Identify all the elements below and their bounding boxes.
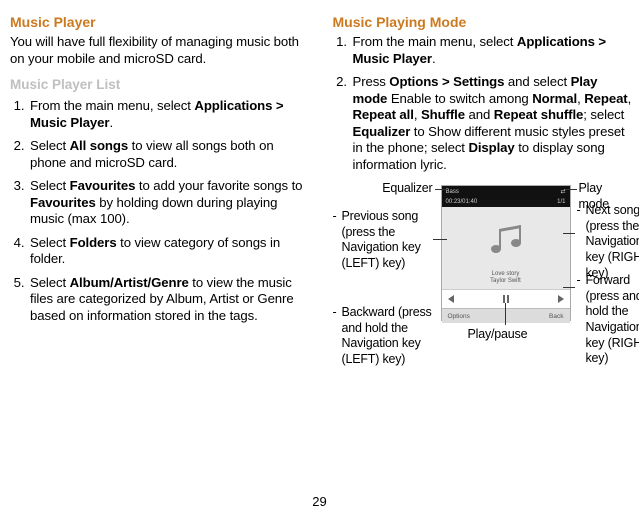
song-artist: Taylor Swift — [442, 278, 570, 285]
playback-time: 00:23/01:40 — [446, 199, 478, 205]
step-1: From the main menu, select Applications … — [28, 98, 313, 131]
step-5: Select Album/Artist/Genre to view the mu… — [28, 275, 313, 325]
song-title: Love story — [442, 271, 570, 278]
manual-page: Music Player You will have full flexibil… — [0, 0, 639, 515]
music-player-list-steps: From the main menu, select Applications … — [10, 98, 313, 324]
equalizer-value: Bass — [446, 189, 459, 195]
step-2: Press Options > Settings and select Play… — [351, 74, 636, 173]
options-softkey[interactable]: Options — [448, 313, 470, 320]
album-art — [442, 207, 570, 269]
equalizer-label: Equalizer — [373, 181, 433, 197]
connector-line — [433, 239, 447, 240]
play-pause-icon[interactable] — [503, 295, 509, 303]
section-heading-playing-mode: Music Playing Mode — [333, 14, 636, 30]
backward-label: -Backward (press and hold the Navigation… — [333, 305, 433, 368]
playing-mode-steps: From the main menu, select Applications … — [333, 34, 636, 173]
step-3: Select Favourites to add your favorite s… — [28, 178, 313, 228]
previous-song-label: -Previous song (press the Navigation key… — [333, 209, 433, 272]
next-song-label: -Next song (press the Navigation key (RI… — [577, 203, 639, 281]
play-pause-label: Play/pause — [468, 327, 528, 343]
step-1: From the main menu, select Applications … — [351, 34, 636, 67]
connector-line — [565, 189, 577, 190]
track-count: 1/1 — [557, 199, 565, 205]
connector-line — [505, 303, 506, 325]
step-2: Select All songs to view all songs both … — [28, 138, 313, 171]
phone-time-row: 00:23/01:40 1/1 — [442, 197, 570, 207]
two-column-layout: Music Player You will have full flexibil… — [10, 14, 635, 453]
step-4: Select Folders to view category of songs… — [28, 235, 313, 268]
softkey-row: Options Back — [442, 308, 570, 323]
music-player-intro: You will have full flexibility of managi… — [10, 34, 313, 67]
next-icon[interactable] — [558, 295, 564, 303]
player-controls — [442, 289, 570, 308]
connector-line — [563, 233, 575, 234]
back-softkey[interactable]: Back — [549, 313, 563, 320]
right-column: Music Playing Mode From the main menu, s… — [333, 14, 636, 453]
player-diagram: Bass ⇄ 00:23/01:40 1/1 — [333, 181, 636, 453]
phone-screen: Bass ⇄ 00:23/01:40 1/1 — [441, 185, 571, 321]
song-info: Love story Taylor Swift — [442, 269, 570, 289]
page-number: 29 — [0, 494, 639, 509]
phone-top-bar: Bass ⇄ — [442, 186, 570, 197]
connector-line — [563, 287, 575, 288]
connector-line — [435, 189, 447, 190]
section-heading-music-player: Music Player — [10, 14, 313, 30]
music-note-icon — [491, 223, 521, 253]
left-column: Music Player You will have full flexibil… — [10, 14, 313, 453]
forward-label: -Forward (press and hold the Navigation … — [577, 273, 639, 367]
prev-icon[interactable] — [448, 295, 454, 303]
subheading-music-player-list: Music Player List — [10, 77, 313, 92]
